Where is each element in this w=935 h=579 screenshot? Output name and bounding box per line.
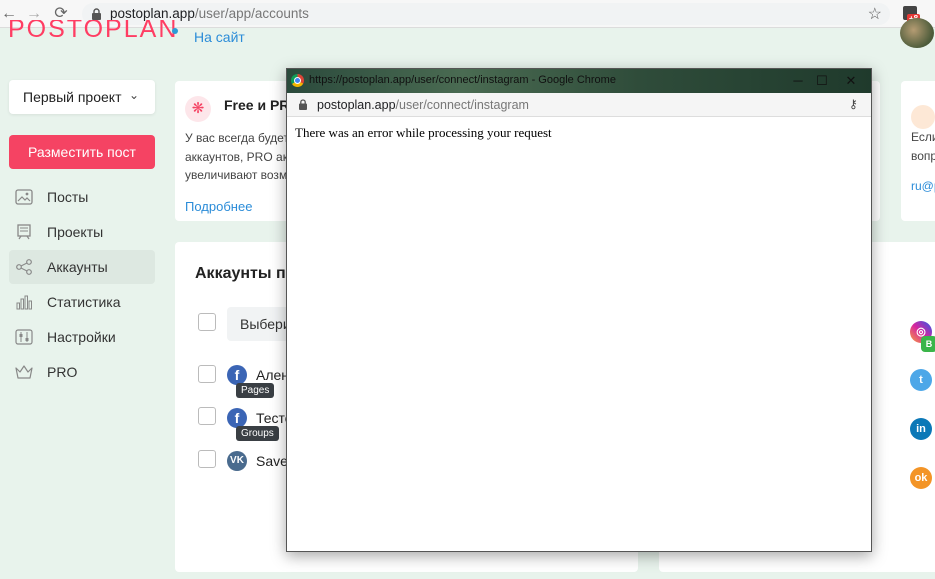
vk-icon: VK xyxy=(227,451,247,471)
social-badge: B xyxy=(921,336,935,352)
account-type-tag: Pages xyxy=(236,383,275,398)
lock-icon xyxy=(299,99,307,110)
sidebar-item-label: Настройки xyxy=(47,329,116,345)
account-checkbox[interactable] xyxy=(198,450,216,468)
popup-titlebar[interactable]: https://postoplan.app/user/connect/insta… xyxy=(287,69,871,93)
accounts-title: Аккаунты пр xyxy=(195,265,296,282)
popup-address-bar[interactable]: postoplan.app/user/connect/instagram ⚷ xyxy=(287,93,871,117)
sidebar-item-projects[interactable]: Проекты xyxy=(9,215,155,249)
maximize-icon[interactable]: ☐ xyxy=(813,72,831,90)
odnoklassniki-icon[interactable]: ok xyxy=(910,467,932,489)
sidebar-item-posts[interactable]: Посты xyxy=(9,180,155,214)
postoplan-logo[interactable]: POSTOPLAN xyxy=(8,20,178,44)
sidebar-item-label: PRO xyxy=(47,364,78,380)
key-icon[interactable]: ⚷ xyxy=(849,97,858,111)
help-email-link[interactable]: ru@p xyxy=(911,179,935,193)
facebook-icon: f xyxy=(227,408,247,428)
help-text-line: Если xyxy=(911,130,935,144)
promo-text-line: У вас всегда будет xyxy=(185,131,289,145)
lock-icon xyxy=(92,8,101,20)
sidebar-item-accounts[interactable]: Аккаунты xyxy=(9,250,155,284)
sidebar-item-statistics[interactable]: Статистика xyxy=(9,285,155,319)
sidebar-item-label: Аккаунты xyxy=(47,259,108,275)
account-type-tag: Groups xyxy=(236,426,279,441)
logo-dot-icon xyxy=(172,28,178,34)
sidebar-item-label: Посты xyxy=(47,189,89,205)
sidebar-item-label: Статистика xyxy=(47,294,121,310)
site-link[interactable]: На сайт xyxy=(194,29,245,45)
address-url: postoplan.app/user/app/accounts xyxy=(110,6,309,21)
account-checkbox[interactable] xyxy=(198,407,216,425)
sidebar-item-settings[interactable]: Настройки xyxy=(9,320,155,354)
sliders-icon xyxy=(15,329,33,345)
image-icon xyxy=(15,189,33,205)
crown-icon xyxy=(15,365,33,379)
sidebar-item-label: Проекты xyxy=(47,224,104,240)
help-icon xyxy=(911,105,935,129)
promo-text-line: аккаунтов, PRO ак xyxy=(185,150,288,164)
error-message: There was an error while processing your… xyxy=(295,125,552,140)
facebook-icon: f xyxy=(227,365,247,385)
twitter-icon[interactable]: t xyxy=(910,369,932,391)
chevron-down-icon: ⌄ xyxy=(129,88,140,102)
bookmark-star-icon[interactable]: ☆ xyxy=(868,4,882,24)
share-icon xyxy=(16,259,32,275)
more-link[interactable]: Подробнее xyxy=(185,199,252,214)
help-text-line: вопр xyxy=(911,149,935,163)
account-checkbox[interactable] xyxy=(198,365,216,383)
project-select[interactable]: Первый проект ⌄ xyxy=(9,80,155,114)
sidebar-item-pro[interactable]: PRO xyxy=(9,355,155,389)
address-bar[interactable]: postoplan.app/user/app/accounts ☆ xyxy=(82,3,890,25)
close-icon[interactable]: ✕ xyxy=(842,72,860,90)
board-icon xyxy=(17,224,31,240)
help-card: Если вопр ru@p xyxy=(901,81,935,221)
flower-icon: ❋ xyxy=(185,96,211,122)
select-all-checkbox[interactable] xyxy=(198,313,216,331)
chrome-icon xyxy=(291,74,304,87)
project-select-label: Первый проект xyxy=(23,89,122,105)
connect-popup-window: https://postoplan.app/user/connect/insta… xyxy=(286,68,872,552)
popup-address-url: postoplan.app/user/connect/instagram xyxy=(317,98,529,112)
avatar[interactable] xyxy=(900,18,934,48)
promo-text-line: увеличивают возм xyxy=(185,168,288,182)
linkedin-icon[interactable]: in xyxy=(910,418,932,440)
place-post-button[interactable]: Разместить пост xyxy=(9,135,155,169)
account-filter-label: Выбери xyxy=(240,316,291,332)
bar-chart-icon xyxy=(16,295,32,310)
popup-window-title: https://postoplan.app/user/connect/insta… xyxy=(309,74,616,86)
minimize-icon[interactable]: ─ xyxy=(789,72,807,90)
